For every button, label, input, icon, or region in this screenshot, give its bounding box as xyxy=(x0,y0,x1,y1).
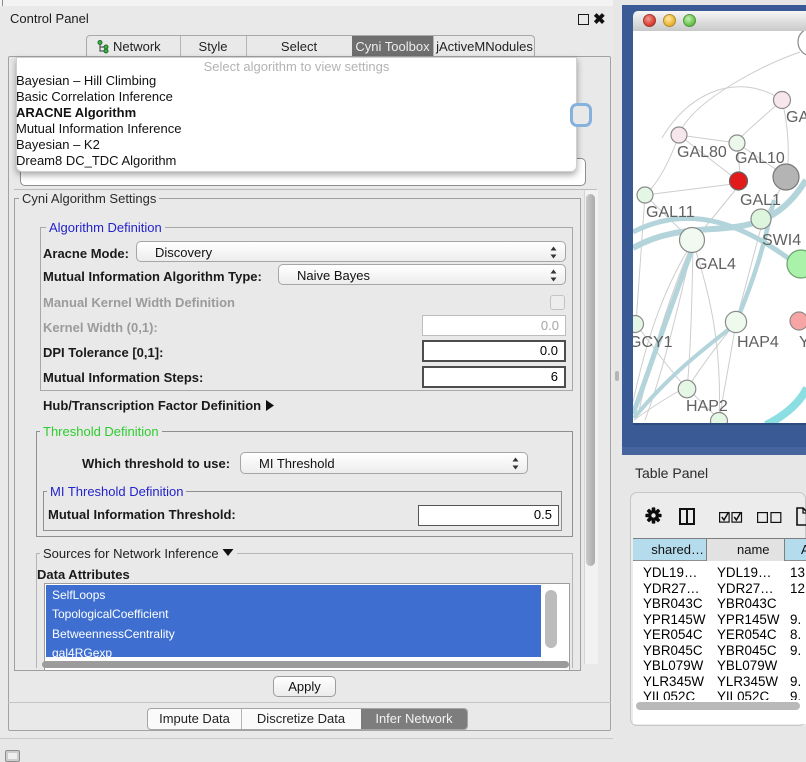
svg-text:GAL4: GAL4 xyxy=(695,256,736,273)
svg-text:GAL7: GAL7 xyxy=(786,109,806,126)
svg-text:GCY1: GCY1 xyxy=(633,334,673,351)
svg-text:Y: Y xyxy=(799,334,806,351)
svg-text:GAL10: GAL10 xyxy=(735,150,785,167)
svg-text:HAP2: HAP2 xyxy=(686,398,728,415)
svg-text:GAL80: GAL80 xyxy=(677,144,727,161)
svg-text:SWI4: SWI4 xyxy=(762,232,801,249)
svg-text:HAP4: HAP4 xyxy=(737,334,779,351)
svg-text:GAL1: GAL1 xyxy=(740,192,781,209)
svg-text:GAL11: GAL11 xyxy=(646,204,695,221)
